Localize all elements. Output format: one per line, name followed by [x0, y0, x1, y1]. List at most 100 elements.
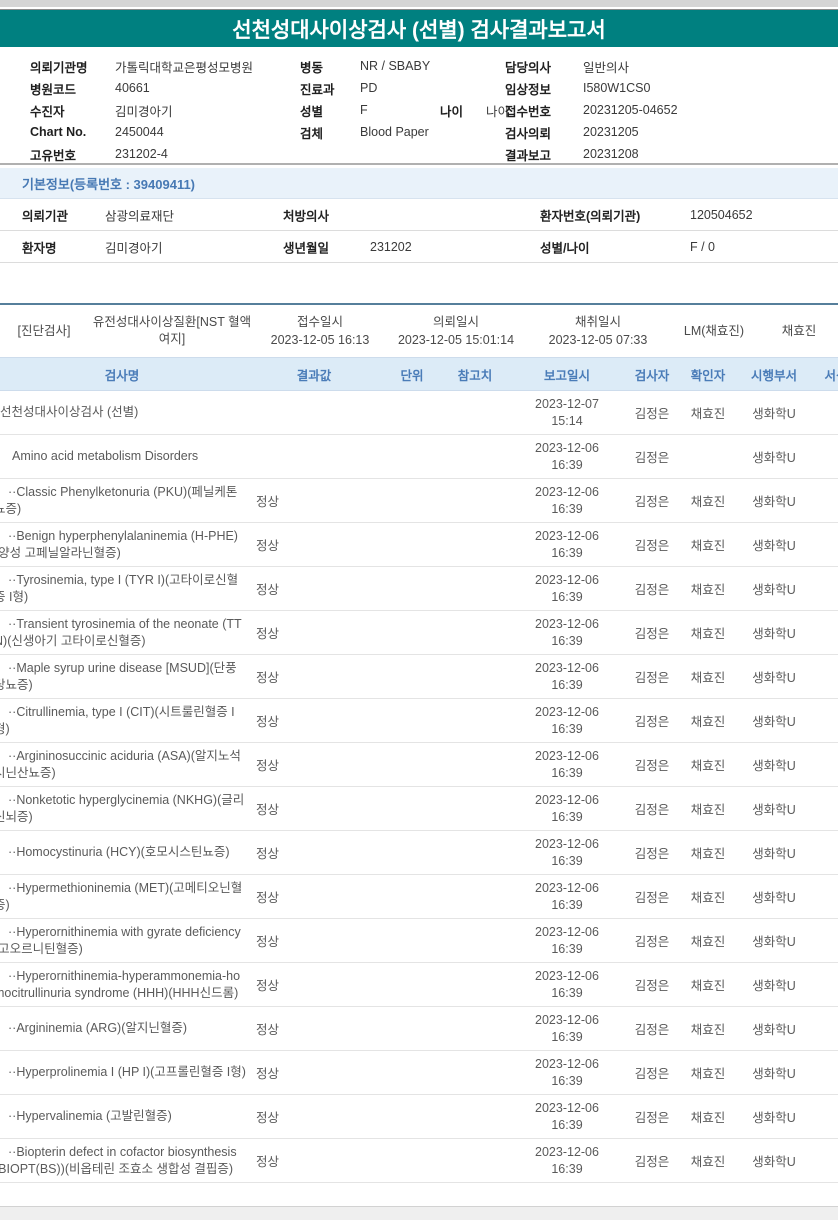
field-label: 나이 [440, 104, 464, 119]
field-value: NR / SBABY [360, 59, 431, 73]
department: 생화학U [752, 803, 796, 817]
tester-name: 김정은 [634, 539, 670, 553]
field-value: 20231205 [583, 125, 639, 139]
tester-name: 김정은 [634, 891, 670, 905]
header-field-row: 검체 Blood Paper [300, 121, 509, 143]
report-datetime: 2023-12-06 16:39 [535, 880, 599, 912]
field-value: 20231205-04652 [583, 103, 678, 117]
verifier-name: 채효진 [690, 847, 726, 861]
report-datetime: 2023-12-06 16:39 [535, 748, 599, 780]
requested-datetime-block: 의뢰일시 2023-12-05 15:01:14 [384, 313, 528, 349]
field-value: 삼광의료재단 [105, 209, 175, 223]
verifier-name: 채효진 [690, 1023, 726, 1037]
result-row: ··Hypermethioninemia (MET)(고메티오닌혈증) 정상 2… [0, 875, 838, 919]
field-label: 처방의사 [283, 209, 330, 223]
report-datetime: 2023-12-06 16:39 [535, 440, 599, 472]
received-datetime-block: 접수일시 2023-12-05 16:13 [256, 313, 384, 349]
requested-value: 2023-12-05 15:01:14 [397, 333, 515, 347]
report-datetime: 2023-12-06 16:39 [535, 1144, 599, 1176]
verifier-name: 채효진 [690, 803, 726, 817]
result-row: ··Argininemia (ARG)(알지닌혈증) 정상 2023-12-06… [0, 1007, 838, 1051]
report-datetime: 2023-12-06 16:39 [535, 1012, 599, 1044]
tester-name: 김정은 [634, 715, 670, 729]
result-row: ··Maple syrup urine disease [MSUD](단풍당뇨증… [0, 655, 838, 699]
column-header: 검사명 [104, 368, 140, 383]
field-value: 120504652 [690, 207, 753, 222]
patient-info-table: 의뢰기관 삼광의료재단 처방의사 환자번호(의뢰기관) 120504652 환자명 김미경아… [0, 199, 838, 263]
header-info-section: 의뢰기관명 가톨릭대학교은평성모병원 병원코드 40661 수진자 김미경아기 Chart … [0, 47, 838, 163]
header-field-row: 수진자 김미경아기 [30, 99, 253, 121]
result-row: ··Homocystinuria (HCY)(호모시스틴뇨증) 정상 2023-… [0, 831, 838, 875]
department: 생화학U [752, 495, 796, 509]
result-row: ··Hyperprolinemia I (HP I)(고프롤린혈증 I형) 정상… [0, 1051, 838, 1095]
patient-info-row: 환자명 김미경아기 생년월일 231202 성별/나이 F / 0 [0, 231, 838, 263]
column-header: 확인자 [690, 368, 726, 383]
result-row: ··Nonketotic hyperglycinemia (NKHG)(글리신뇌… [0, 787, 838, 831]
result-row: ··Hyperornithinemia with gyrate deficien… [0, 919, 838, 963]
collected-value: 2023-12-05 07:33 [548, 333, 648, 347]
verifier-name: 채효진 [690, 1067, 726, 1081]
department: 생화학U [752, 1111, 796, 1125]
field-value: 가톨릭대학교은평성모병원 [115, 60, 254, 75]
tester-name: 김정은 [634, 1111, 670, 1125]
test-result: 정상 [256, 891, 280, 905]
field-label: 환자명 [22, 241, 57, 255]
test-name: ··Hypervalinemia (고발린혈증) [8, 1109, 172, 1123]
test-result: 정상 [256, 715, 280, 729]
department: 생화학U [752, 407, 796, 421]
tester-name: 김정은 [634, 1067, 670, 1081]
report-title-bar: 선천성대사이상검사 (선별) 검사결과보고서 [0, 9, 838, 47]
test-name: ··Biopterin defect in cofactor biosynthe… [0, 1144, 237, 1176]
verifier-name: 채효진 [690, 891, 726, 905]
test-result: 정상 [256, 935, 280, 949]
column-header: 보고일시 [543, 368, 590, 383]
test-result: 정상 [256, 1023, 280, 1037]
header-field-row: 병동 NR / SBABY [300, 55, 509, 77]
field-value: 일반의사 [583, 60, 630, 75]
header-field-row: 검사의뢰 20231205 [505, 121, 678, 143]
field-value: 231202 [370, 239, 412, 254]
column-header: 서식 [824, 368, 838, 383]
header-group-left: 의뢰기관명 가톨릭대학교은평성모병원 병원코드 40661 수진자 김미경아기 Chart … [30, 55, 253, 165]
tester-name: 김정은 [634, 1023, 670, 1037]
report-datetime: 2023-12-06 16:39 [535, 616, 599, 648]
verifier-name: 채효진 [690, 715, 726, 729]
tester-name: 김정은 [634, 935, 670, 949]
department: 생화학U [752, 1067, 796, 1081]
tester-name: 김정은 [634, 495, 670, 509]
header-field-row: 결과보고 20231208 [505, 143, 678, 165]
verifier-name: 채효진 [690, 583, 726, 597]
column-header: 검사자 [634, 368, 670, 383]
test-name: ··Tyrosinemia, type I (TYR I)(고타이로신혈증 I형… [0, 572, 239, 604]
test-name: ··Hyperornithinemia-hyperammonemia-homoc… [0, 968, 241, 1000]
field-label: 성별 [300, 104, 324, 119]
order-band: [진단검사] 유전성대사이상질환[NST 혈액여지] 접수일시 2023-12-… [0, 303, 838, 357]
field-label: Chart No. [30, 125, 87, 139]
results-table-body: 선천성대사이상검사 (선별) 2023-12-07 15:14 김정은 채효진 … [0, 391, 838, 1183]
result-row: ··Biopterin defect in cofactor biosynthe… [0, 1139, 838, 1183]
verifier-name: 채효진 [690, 1111, 726, 1125]
field-value: PD [360, 81, 378, 95]
report-datetime: 2023-12-06 16:39 [535, 792, 599, 824]
requested-label: 의뢰일시 [432, 315, 479, 329]
field-label: 성별/나이 [540, 241, 590, 255]
test-name: 선천성대사이상검사 (선별) [0, 405, 139, 419]
tester-name: 김정은 [634, 407, 670, 421]
header-field-row: 성별 F 나이 나이 [300, 99, 509, 121]
test-name: Amino acid metabolism Disorders [12, 449, 199, 463]
patient-info-row: 의뢰기관 삼광의료재단 처방의사 환자번호(의뢰기관) 120504652 [0, 199, 838, 231]
header-field-row: 고유번호 231202-4 [30, 143, 253, 165]
phlebotomist-name: 채효진 [781, 324, 817, 338]
department: 생화학U [752, 671, 796, 685]
department: 생화학U [752, 759, 796, 773]
field-label: 수진자 [30, 104, 65, 119]
result-row: ··Tyrosinemia, type I (TYR I)(고타이로신혈증 I형… [0, 567, 838, 611]
field-label: 의뢰기관명 [30, 60, 88, 75]
field-label: 임상정보 [505, 82, 552, 97]
field-value: F / 0 [690, 239, 716, 254]
test-result: 정상 [256, 1155, 280, 1169]
tester-name: 김정은 [634, 583, 670, 597]
order-section-tag: [진단검사] [17, 324, 71, 338]
field-value: 231202-4 [115, 147, 168, 161]
test-result: 정상 [256, 847, 280, 861]
